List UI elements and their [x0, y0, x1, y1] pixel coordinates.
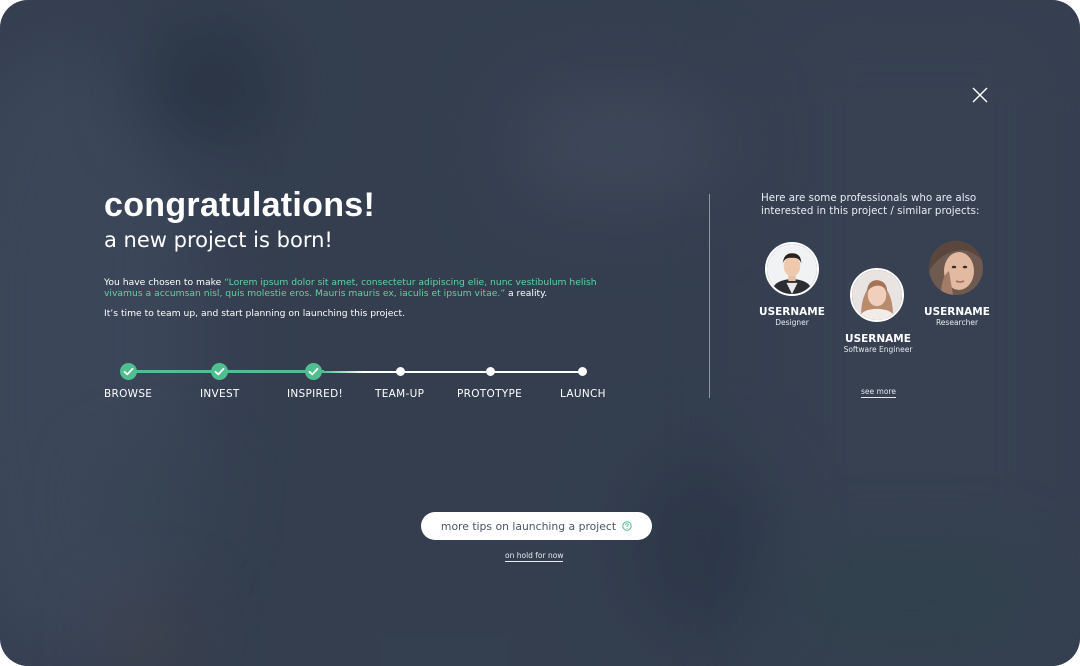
page-subtitle: a new project is born! [104, 228, 333, 252]
check-icon [123, 367, 134, 376]
step-label-prototype: PROTOTYPE [457, 388, 523, 400]
progress-stepper: BROWSE INVEST INSPIRED! TEAM-UP PROTOTYP… [104, 360, 624, 410]
avatar-software-engineer[interactable] [850, 268, 904, 322]
on-hold-link[interactable]: on hold for now [505, 551, 564, 562]
page-title: congratulations! [104, 186, 376, 224]
call-to-action-text: It’s time to team up, and start planning… [104, 308, 406, 319]
step-node-inspired [305, 363, 322, 380]
progress-track-transition [324, 370, 364, 373]
role-researcher: Researcher [935, 318, 979, 327]
username-researcher[interactable]: USERNAME [902, 306, 1012, 318]
step-label-invest: INVEST [200, 388, 240, 400]
intro-prefix: You have chosen to make [104, 277, 225, 288]
see-more-link[interactable]: see more [861, 387, 896, 398]
close-button[interactable] [970, 85, 990, 105]
check-icon [214, 367, 225, 376]
step-label-launch: LAUNCH [560, 388, 606, 400]
avatar-researcher[interactable] [929, 241, 983, 295]
step-node-browse [120, 363, 137, 380]
role-software-engineer: Software Engineer [843, 345, 913, 354]
username-designer[interactable]: USERNAME [737, 306, 847, 318]
role-designer: Designer [775, 318, 809, 327]
avatar-designer[interactable] [765, 242, 819, 296]
username-software-engineer[interactable]: USERNAME [823, 333, 933, 345]
professionals-intro: Here are some professionals who are also… [761, 192, 980, 217]
person-photo [852, 270, 902, 320]
close-icon [972, 87, 988, 103]
step-node-prototype [486, 367, 495, 376]
step-label-inspired: INSPIRED! [287, 388, 343, 400]
section-divider [709, 194, 710, 398]
intro-suffix: a reality. [505, 288, 548, 299]
step-node-team-up [396, 367, 405, 376]
person-photo [929, 241, 983, 295]
more-tips-button[interactable]: more tips on launching a project [421, 512, 652, 540]
step-node-launch [578, 367, 587, 376]
step-node-invest [211, 363, 228, 380]
step-label-browse: BROWSE [104, 388, 153, 400]
modal-overlay: congratulations! a new project is born! … [0, 0, 1080, 666]
intro-paragraph: You have chosen to make “Lorem ipsum dol… [104, 277, 624, 299]
more-tips-label: more tips on launching a project [440, 519, 617, 533]
person-photo [767, 244, 817, 294]
check-icon [308, 367, 319, 376]
step-label-team-up: TEAM-UP [375, 388, 425, 400]
help-circle-icon [622, 521, 632, 531]
